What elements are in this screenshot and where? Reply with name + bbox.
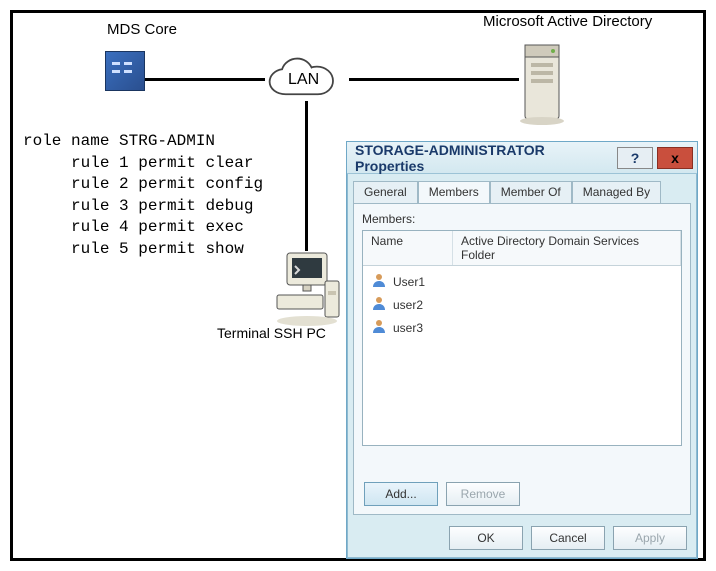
list-rows: User1 user2 user3 [363, 266, 681, 343]
switch-icon [105, 51, 147, 101]
members-label: Members: [362, 212, 682, 226]
user-name: user2 [393, 298, 423, 312]
user-icon [371, 295, 387, 314]
server-icon [517, 37, 575, 127]
tab-general[interactable]: General [353, 181, 418, 204]
dialog-title: STORAGE-ADMINISTRATOR Properties [355, 142, 617, 174]
terminal-pc-icon [273, 251, 343, 329]
list-action-buttons: Add... Remove [364, 482, 520, 506]
cfg-rule-2: rule 2 permit config [71, 175, 263, 193]
list-item[interactable]: user2 [369, 293, 675, 316]
mds-core-label: MDS Core [107, 21, 177, 38]
active-directory-label: Microsoft Active Directory [483, 13, 652, 30]
cfg-rule-4: rule 4 permit exec [71, 218, 244, 236]
list-header: Name Active Directory Domain Services Fo… [363, 231, 681, 266]
list-item[interactable]: User1 [369, 270, 675, 293]
dialog-buttons: OK Cancel Apply [449, 526, 687, 550]
dialog-titlebar: STORAGE-ADMINISTRATOR Properties ? x [347, 142, 697, 174]
user-name: User1 [393, 275, 425, 289]
cfg-rule-5: rule 5 permit show [71, 240, 244, 258]
list-item[interactable]: user3 [369, 316, 675, 339]
properties-dialog: STORAGE-ADMINISTRATOR Properties ? x Gen… [346, 141, 698, 559]
diagram-frame: MDS Core Microsoft Active Directory LAN [10, 10, 706, 561]
close-button[interactable]: x [657, 147, 693, 169]
role-config-text: role name STRG-ADMIN rule 1 permit clear… [23, 131, 263, 261]
cancel-button[interactable]: Cancel [531, 526, 605, 550]
members-listbox[interactable]: Name Active Directory Domain Services Fo… [362, 230, 682, 446]
ok-button[interactable]: OK [449, 526, 523, 550]
col-name[interactable]: Name [363, 231, 453, 265]
apply-button[interactable]: Apply [613, 526, 687, 550]
remove-button[interactable]: Remove [446, 482, 520, 506]
link-lan-sshpc [305, 101, 308, 251]
link-mds-lan [143, 78, 265, 81]
help-button[interactable]: ? [617, 147, 653, 169]
user-icon [371, 318, 387, 337]
user-icon [371, 272, 387, 291]
cfg-rule-1: rule 1 permit clear [71, 154, 253, 172]
add-button[interactable]: Add... [364, 482, 438, 506]
col-folder[interactable]: Active Directory Domain Services Folder [453, 231, 681, 265]
tab-managed-by[interactable]: Managed By [572, 181, 661, 204]
cfg-role-line: role name STRG-ADMIN [23, 132, 215, 150]
terminal-ssh-pc-label: Terminal SSH PC [217, 325, 326, 341]
tab-strip: General Members Member Of Managed By [347, 174, 697, 203]
lan-label: LAN [288, 71, 319, 89]
user-name: user3 [393, 321, 423, 335]
tab-body: Members: Name Active Directory Domain Se… [353, 203, 691, 515]
tab-members[interactable]: Members [418, 181, 490, 204]
link-lan-ad [349, 78, 519, 81]
cfg-rule-3: rule 3 permit debug [71, 197, 253, 215]
tab-member-of[interactable]: Member Of [490, 181, 572, 204]
